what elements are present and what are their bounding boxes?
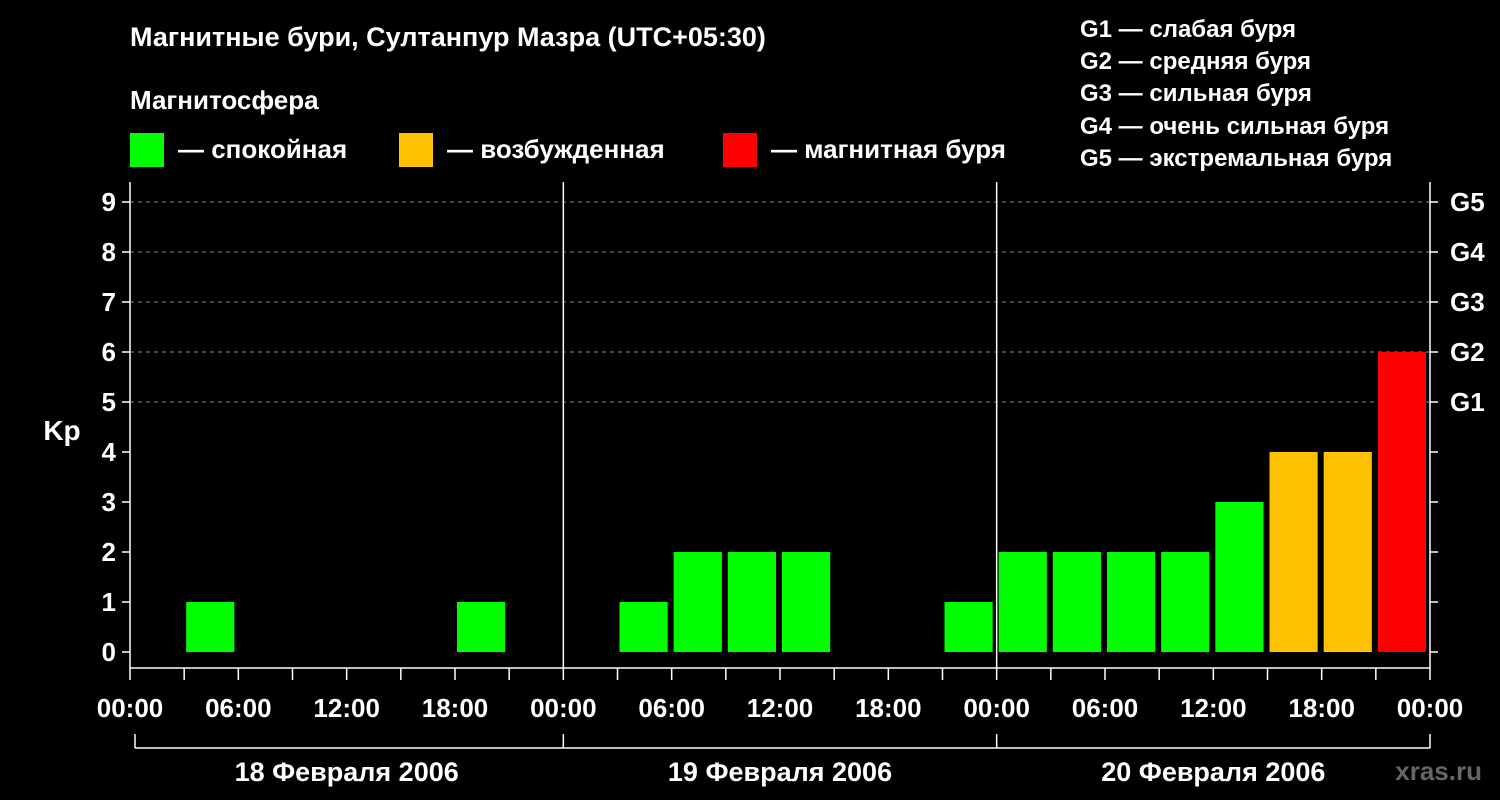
x-tick-label: 00:00 (963, 693, 1030, 723)
y-tick-label: 9 (102, 187, 116, 217)
x-tick-label: 18:00 (855, 693, 922, 723)
day-label: 18 Февраля 2006 (235, 757, 459, 787)
g-level-label: G1 (1450, 387, 1485, 417)
kp-bar (782, 552, 831, 652)
y-tick-label: 6 (102, 337, 116, 367)
g-level-label: G2 (1450, 337, 1485, 367)
kp-bar (619, 602, 668, 652)
g-level-label: G5 (1450, 187, 1485, 217)
x-tick-label: 18:00 (1288, 693, 1355, 723)
kp-bar-chart: 0 1 2 3 4 5 6 7 8 9 G1 G2 G3 G4 G5 Kp 00:00 06:00 12:00 18:… (43, 182, 1485, 787)
kp-bar (727, 552, 776, 652)
day-label: 19 Февраля 2006 (668, 757, 892, 787)
kp-bar (186, 602, 235, 652)
y-tick-label: 3 (102, 487, 116, 517)
x-tick-label: 12:00 (1180, 693, 1247, 723)
kp-bar (673, 552, 722, 652)
kp-bar (1161, 552, 1210, 652)
watermark: xras.ru (1395, 756, 1482, 786)
kp-bar (1107, 552, 1156, 652)
kp-bar (457, 602, 506, 652)
kp-bar (944, 602, 993, 652)
x-tick-label: 12:00 (313, 693, 380, 723)
kp-bar (998, 552, 1047, 652)
day-label: 20 Февраля 2006 (1101, 757, 1325, 787)
kp-bar (1215, 502, 1264, 652)
y-tick-label: 2 (102, 537, 116, 567)
y-tick-label: 0 (102, 637, 116, 667)
kp-bar (1269, 452, 1318, 652)
kp-bar (1377, 352, 1426, 652)
kp-bar (1323, 452, 1372, 652)
x-tick-label: 00:00 (1397, 693, 1464, 723)
x-tick-label: 00:00 (530, 693, 597, 723)
y-tick-label: 7 (102, 287, 116, 317)
y-tick-label: 5 (102, 387, 116, 417)
kp-bar (1052, 552, 1101, 652)
x-tick-label: 12:00 (747, 693, 814, 723)
x-tick-label: 18:00 (422, 693, 489, 723)
x-tick-label: 06:00 (638, 693, 705, 723)
x-tick-label: 06:00 (205, 693, 272, 723)
x-tick-label: 00:00 (97, 693, 164, 723)
g-level-label: G4 (1450, 237, 1485, 267)
y-tick-label: 1 (102, 587, 116, 617)
x-tick-label: 06:00 (1072, 693, 1139, 723)
g-level-label: G3 (1450, 287, 1485, 317)
y-tick-label: 8 (102, 237, 116, 267)
y-axis-label: Kp (43, 415, 80, 446)
y-tick-label: 4 (102, 437, 117, 467)
